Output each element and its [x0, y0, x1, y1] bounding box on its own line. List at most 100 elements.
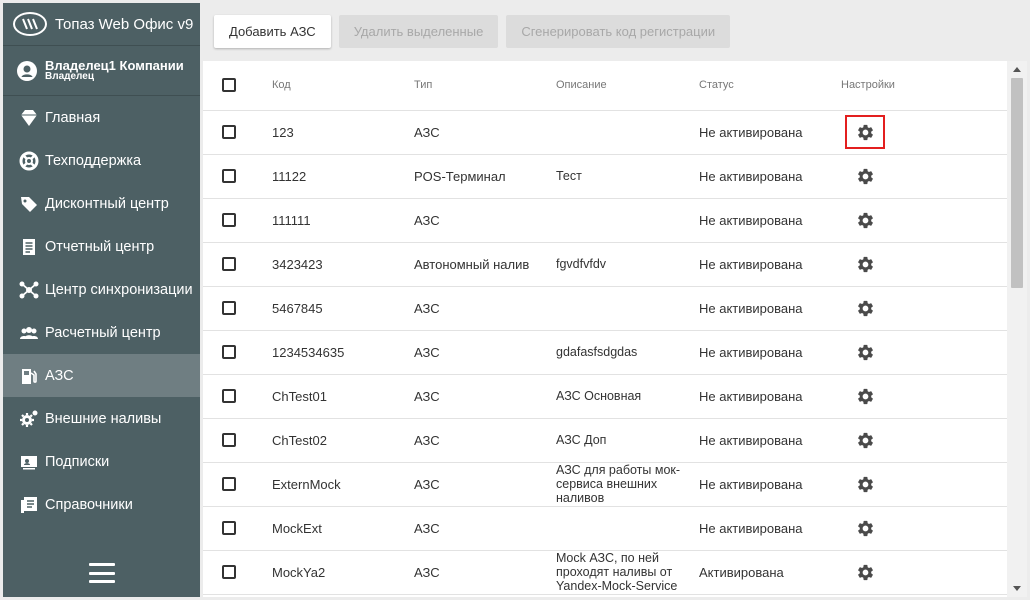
settings-button[interactable]	[847, 469, 883, 499]
row-checkbox[interactable]	[222, 125, 236, 139]
gear-icon	[856, 343, 875, 362]
table-row[interactable]: 11122 POS-Терминал Тест Не активирована	[203, 154, 1007, 199]
menu-toggle-icon[interactable]	[89, 563, 115, 583]
book-icon	[19, 495, 39, 515]
table-row[interactable]: 1234534635 АЗС gdafasfsdgdas Не активирован…	[203, 330, 1007, 375]
table-row[interactable]: MockExt АЗС Не активирована	[203, 506, 1007, 551]
sidebar-item-subscriptions[interactable]: Подписки	[3, 440, 200, 483]
settings-button[interactable]	[847, 425, 883, 455]
table-row[interactable]: 3423423 Автономный налив fgvdfvfdv Не актив…	[203, 242, 1007, 287]
sidebar-item-discount[interactable]: Дисконтный центр	[3, 182, 200, 225]
scroll-up-icon[interactable]	[1013, 67, 1021, 72]
cell-type: АЗС	[414, 418, 556, 463]
cell-description	[556, 506, 699, 551]
cell-code: 123	[272, 110, 414, 155]
sidebar-item-directories[interactable]: Справочники	[3, 483, 200, 526]
row-checkbox[interactable]	[222, 345, 236, 359]
cell-code: ChTest01	[272, 374, 414, 419]
cell-type: АЗС	[414, 198, 556, 243]
row-checkbox[interactable]	[222, 433, 236, 447]
gear-icon	[856, 475, 875, 494]
cell-code: ExternMock	[272, 462, 414, 507]
generate-registration-code-button[interactable]: Сгенерировать код регистрации	[506, 15, 731, 48]
cell-description: Тест	[556, 154, 699, 199]
sidebar-nav: Главная Техподдержка Дисконтный центр От…	[3, 96, 200, 526]
sidebar-item-label: Центр синхронизации	[45, 281, 193, 298]
azs-table: Код Тип Описание Статус Настройки 123 АЗС…	[203, 61, 1007, 595]
sidebar: Топаз Web Офис v9 Владелец1 Компании Вла…	[3, 3, 200, 597]
table-row[interactable]: ChTest02 АЗС АЗС Доп Не активирована	[203, 418, 1007, 463]
sidebar-item-azs[interactable]: АЗС	[3, 354, 200, 397]
table-row[interactable]: MockYa2 АЗС Mock АЗС, по ней проходят нали…	[203, 550, 1007, 595]
row-checkbox[interactable]	[222, 257, 236, 271]
toolbar: Добавить АЗС Удалить выделенные Сгенерир…	[214, 15, 731, 48]
delete-selected-button[interactable]: Удалить выделенные	[338, 15, 499, 48]
table-row[interactable]: 5467845 АЗС Не активирована	[203, 286, 1007, 331]
column-header-code[interactable]: Код	[272, 61, 414, 111]
vertical-scrollbar[interactable]	[1007, 61, 1027, 597]
gear-icon	[856, 123, 875, 142]
row-checkbox[interactable]	[222, 213, 236, 227]
settings-button[interactable]	[847, 381, 883, 411]
app-title: Топаз Web Офис v9	[55, 15, 194, 33]
settings-button[interactable]	[847, 293, 883, 323]
cell-type: POS-Терминал	[414, 154, 556, 199]
sidebar-item-label: АЗС	[45, 367, 74, 384]
cell-description: АЗС Доп	[556, 418, 699, 463]
cell-type: АЗС	[414, 462, 556, 507]
row-checkbox[interactable]	[222, 521, 236, 535]
user-avatar-icon	[17, 60, 37, 81]
cell-code: 5467845	[272, 286, 414, 331]
cell-description: Mock АЗС, по ней проходят наливы от Yand…	[556, 550, 699, 595]
cell-description	[556, 286, 699, 331]
cell-type: АЗС	[414, 374, 556, 419]
scrollbar-thumb[interactable]	[1011, 78, 1023, 288]
sidebar-item-home[interactable]: Главная	[3, 96, 200, 139]
scroll-down-icon[interactable]	[1013, 586, 1021, 591]
settings-button[interactable]	[845, 115, 885, 149]
report-icon	[19, 237, 39, 257]
table-row[interactable]: ChTest01 АЗС АЗС Основная Не активирована	[203, 374, 1007, 419]
diamond-icon	[19, 108, 39, 128]
topaz-logo-icon	[13, 12, 47, 36]
row-checkbox[interactable]	[222, 389, 236, 403]
column-header-status[interactable]: Статус	[699, 61, 841, 111]
cell-code: MockExt	[272, 506, 414, 551]
cell-description	[556, 110, 699, 155]
column-header-description[interactable]: Описание	[556, 61, 699, 111]
select-all-checkbox[interactable]	[222, 78, 236, 93]
sidebar-item-reports[interactable]: Отчетный центр	[3, 225, 200, 268]
row-checkbox[interactable]	[222, 301, 236, 315]
settings-button[interactable]	[847, 205, 883, 235]
brand-header[interactable]: Топаз Web Офис v9	[3, 3, 200, 46]
sidebar-item-external-fills[interactable]: Внешние наливы	[3, 397, 200, 440]
gear-icon	[856, 387, 875, 406]
gear-icon	[856, 211, 875, 230]
column-header-type[interactable]: Тип	[414, 61, 556, 111]
user-name: Владелец1 Компании	[45, 57, 184, 73]
cell-type: АЗС	[414, 506, 556, 551]
cell-type: АЗС	[414, 330, 556, 375]
cell-status: Не активирована	[699, 110, 841, 155]
cell-description: gdafasfsdgdas	[556, 330, 699, 375]
sidebar-item-support[interactable]: Техподдержка	[3, 139, 200, 182]
cell-status: Не активирована	[699, 462, 841, 507]
row-checkbox[interactable]	[222, 169, 236, 183]
sidebar-item-sync[interactable]: Центр синхронизации	[3, 268, 200, 311]
settings-button[interactable]	[847, 337, 883, 367]
settings-button[interactable]	[847, 161, 883, 191]
sidebar-item-settlement[interactable]: Расчетный центр	[3, 311, 200, 354]
row-checkbox[interactable]	[222, 477, 236, 491]
table-row[interactable]: ExternMock АЗС АЗС для работы мок-сервиса …	[203, 462, 1007, 507]
table-row[interactable]: 111111 АЗС Не активирована	[203, 198, 1007, 243]
settings-button[interactable]	[847, 249, 883, 279]
settings-button[interactable]	[847, 513, 883, 543]
settings-button[interactable]	[847, 557, 883, 587]
cell-status: Не активирована	[699, 506, 841, 551]
row-checkbox[interactable]	[222, 565, 236, 579]
cell-description: fgvdfvfdv	[556, 242, 699, 287]
add-azs-button[interactable]: Добавить АЗС	[214, 15, 331, 48]
table-row[interactable]: 123 АЗС Не активирована	[203, 110, 1007, 155]
cell-type: АЗС	[414, 110, 556, 155]
user-info[interactable]: Владелец1 Компании Владелец	[3, 46, 200, 96]
